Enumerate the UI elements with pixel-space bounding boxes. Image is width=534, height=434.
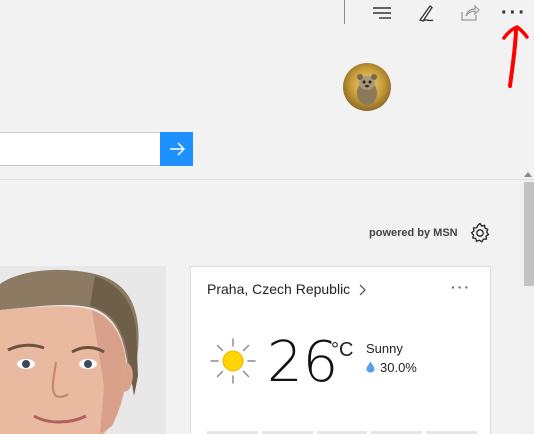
weather-location[interactable]: Praha, Czech Republic [207,281,350,297]
weather-more-button[interactable]: ··· [451,279,471,295]
avatar-image [357,74,377,105]
weather-temperature: 26 [267,330,339,395]
powered-by-label: powered by MSN [369,227,458,239]
toolbar-separator [344,0,345,24]
red-arrow-icon [502,25,529,88]
pen-annotate-icon [418,5,434,22]
news-photo [0,266,166,434]
avatar[interactable] [343,63,391,111]
raindrop-icon [366,361,375,373]
weather-unit-toggle[interactable]: °C [331,339,353,362]
sun-icon [210,338,256,384]
scroll-up-arrow-icon[interactable] [524,172,532,177]
chevron-right-icon[interactable] [359,284,367,296]
search-submit-button[interactable] [160,132,193,166]
annotate-button[interactable] [407,0,447,26]
more-icon: ··· [501,2,527,24]
weather-precipitation: 30.0% [380,360,417,375]
search-input[interactable] [0,132,160,166]
arrow-right-icon [169,142,185,156]
gear-icon[interactable] [468,221,492,245]
header-divider [0,179,534,180]
more-actions-button[interactable]: ··· [494,0,534,26]
reading-list-icon [373,7,391,19]
share-icon [461,4,480,21]
news-article-image[interactable] [0,266,166,434]
browser-new-tab-page: ··· powered by MSN Praha, Czech Republic… [0,0,534,434]
reading-list-button[interactable] [362,0,402,26]
weather-condition: Sunny [366,341,403,356]
weather-card[interactable]: Praha, Czech Republic ··· 26 °C Sunny 30… [190,266,491,434]
share-button[interactable] [450,0,490,26]
scrollbar-thumb[interactable] [524,182,534,286]
browser-toolbar: ··· [0,0,534,26]
